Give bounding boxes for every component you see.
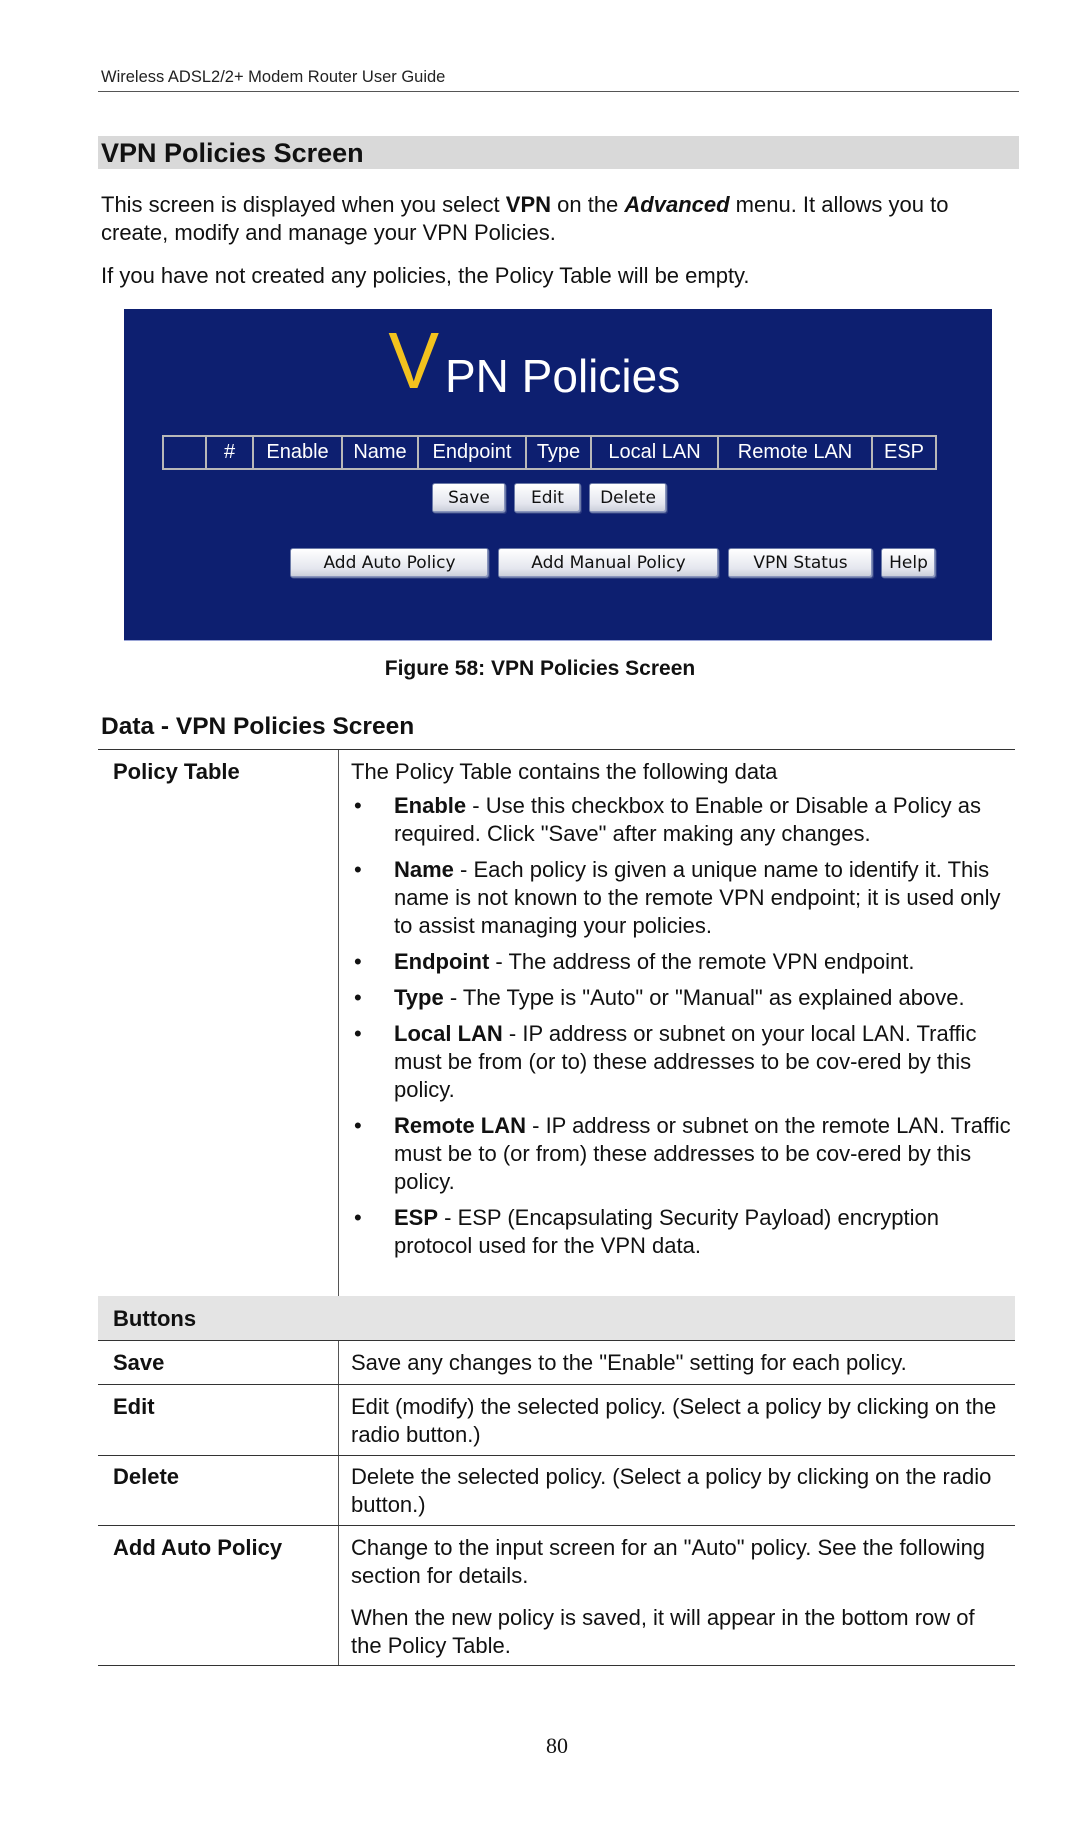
vpn-policies-title: V PN Policies <box>387 316 727 405</box>
row-rule <box>98 1455 1015 1456</box>
buttons-section-band <box>98 1296 1015 1340</box>
bullet-icon: • <box>354 1021 362 1046</box>
page-number: 80 <box>546 1733 568 1758</box>
text: This screen is displayed when you select <box>101 192 506 217</box>
definition: - The address of the remote VPN endpoint… <box>489 949 915 974</box>
row-desc-edit: Edit (modify) the selected policy. (Sele… <box>351 1394 997 1447</box>
bullet-icon: • <box>354 1205 362 1230</box>
column-local-lan: Local LAN <box>592 437 719 468</box>
row-label-add-auto-policy: Add Auto Policy <box>113 1535 283 1560</box>
bullet-icon: • <box>354 793 362 818</box>
bullet-icon: • <box>354 1113 362 1138</box>
delete-button[interactable]: Delete <box>589 483 667 513</box>
definition: - Each policy is given a unique name to … <box>394 857 1001 938</box>
definition: - The Type is "Auto" or "Manual" as expl… <box>443 985 965 1010</box>
list-item: • Remote LAN - IP address or subnet on th… <box>351 1112 1011 1196</box>
column-type: Type <box>527 437 592 468</box>
section-title: VPN Policies Screen <box>101 138 364 168</box>
column-select <box>164 437 207 468</box>
column-name: Name <box>343 437 419 468</box>
definition: - ESP (Encapsulating Security Payload) e… <box>394 1205 939 1258</box>
title-initial: V <box>388 316 440 405</box>
policy-table-label: Policy Table <box>113 759 240 784</box>
header-rule <box>98 91 1019 92</box>
bullet-icon: • <box>354 985 362 1010</box>
row-desc-add-auto-policy-note: When the new policy is saved, it will ap… <box>351 1605 975 1658</box>
add-auto-policy-button[interactable]: Add Auto Policy <box>290 548 489 578</box>
list-item: • Type - The Type is "Auto" or "Manual" a… <box>351 984 1011 1012</box>
column-divider <box>338 1341 339 1665</box>
table-top-rule <box>98 749 1015 750</box>
bullet-icon: • <box>354 857 362 882</box>
column-esp: ESP <box>883 441 925 463</box>
policy-table-intro: The Policy Table contains the following … <box>351 759 778 784</box>
row-rule <box>98 1340 1015 1341</box>
menu-item-reference: VPN <box>505 192 552 217</box>
list-item: • Local LAN - IP address or subnet on you… <box>351 1020 1011 1104</box>
row-rule <box>98 1384 1015 1385</box>
term: Remote LAN <box>394 1113 527 1138</box>
policy-table-header: # Enable Name Endpoint Type Local LAN Re… <box>162 435 937 470</box>
term: Type <box>394 985 444 1010</box>
term: Endpoint <box>394 949 490 974</box>
column-remote-lan: Remote LAN <box>719 437 873 468</box>
buttons-section-header: Buttons <box>113 1306 197 1331</box>
column-endpoint: Endpoint <box>419 437 527 468</box>
row-rule <box>98 1525 1015 1526</box>
term: Name <box>394 857 454 882</box>
row-label-edit: Edit <box>113 1394 155 1419</box>
list-item: • Endpoint - The address of the remote VP… <box>351 948 1011 976</box>
add-manual-policy-button[interactable]: Add Manual Policy <box>498 548 719 578</box>
data-table-title: Data - VPN Policies Screen <box>101 713 415 740</box>
vpn-policies-screenshot: V PN Policies # Enable Name Endpoint Typ… <box>124 309 992 641</box>
help-button[interactable]: Help <box>881 548 936 578</box>
title-rest: PN Policies <box>445 350 681 402</box>
definition: - Use this checkbox to Enable or Disable… <box>394 793 981 846</box>
column-enable: Enable <box>254 437 343 468</box>
row-desc-add-auto-policy: Change to the input screen for an "Auto"… <box>351 1535 986 1588</box>
column-divider <box>338 750 339 1296</box>
vpn-status-button[interactable]: VPN Status <box>728 548 873 578</box>
intro-paragraph: This screen is displayed when you select… <box>101 191 1016 247</box>
menu-reference: Advanced <box>624 192 730 217</box>
term: ESP <box>394 1205 439 1230</box>
list-item: • Enable - Use this checkbox to Enable or… <box>351 792 1011 848</box>
text: on the <box>551 192 625 217</box>
bullet-icon: • <box>354 949 362 974</box>
edit-button[interactable]: Edit <box>514 483 581 513</box>
empty-table-note: If you have not created any policies, th… <box>101 263 750 288</box>
row-desc-delete: Delete the selected policy. (Select a po… <box>351 1464 992 1517</box>
term: Enable <box>394 793 467 818</box>
row-label-delete: Delete <box>113 1464 180 1489</box>
column-number: # <box>207 437 254 468</box>
row-desc-save: Save any changes to the "Enable" setting… <box>351 1350 907 1375</box>
policy-table-bullets: • Enable - Use this checkbox to Enable or… <box>351 792 1011 1268</box>
list-item: • ESP - ESP (Encapsulating Security Paylo… <box>351 1204 1011 1260</box>
running-header: Wireless ADSL2/2+ Modem Router User Guid… <box>101 68 446 86</box>
save-button[interactable]: Save <box>432 483 506 513</box>
figure-caption: Figure 58: VPN Policies Screen <box>384 657 696 680</box>
list-item: • Name - Each policy is given a unique na… <box>351 856 1011 940</box>
term: Local LAN <box>394 1021 503 1046</box>
table-bottom-rule <box>98 1665 1015 1666</box>
row-label-save: Save <box>113 1350 165 1375</box>
